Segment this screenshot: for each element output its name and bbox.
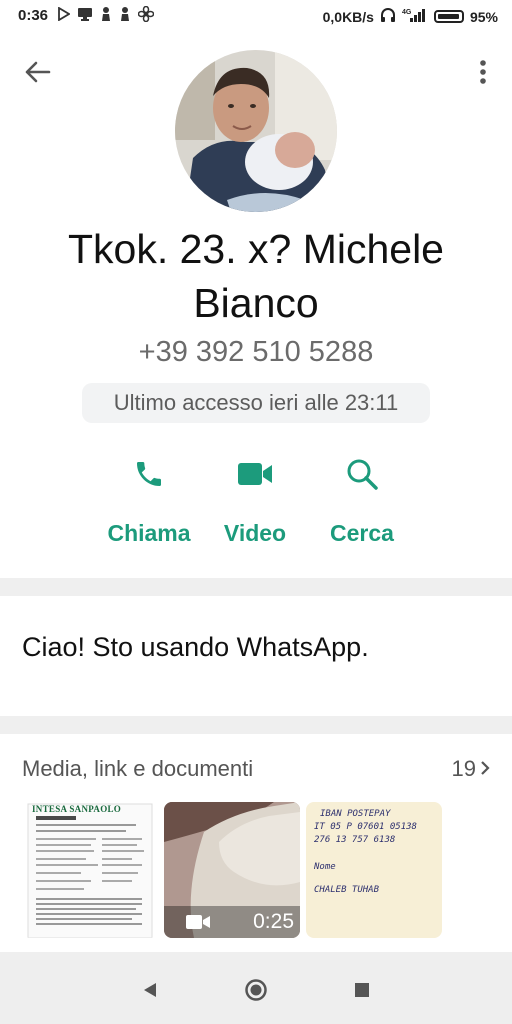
- note-line: IT 05 P 07601 05138: [314, 822, 417, 832]
- headphones-icon: [380, 7, 396, 26]
- phone-icon: [133, 458, 165, 495]
- arrow-left-icon: [25, 61, 51, 88]
- search-button[interactable]: Cerca: [312, 452, 412, 547]
- note-line: IBAN POSTEPAY: [320, 809, 391, 819]
- fan-icon: [137, 5, 155, 27]
- battery-percent: 95%: [469, 8, 498, 25]
- play-store-icon: [58, 6, 71, 26]
- monitor-icon: [77, 6, 93, 27]
- document-brand: INTESA SANPAOLO: [32, 804, 122, 814]
- contact-name: Tkok. 23. x? Michele Bianco: [68, 226, 444, 326]
- nav-recents-button[interactable]: [348, 978, 376, 1006]
- person-icon: [119, 6, 131, 27]
- call-label: Chiama: [107, 520, 191, 546]
- avatar[interactable]: [175, 50, 337, 212]
- status-time: 0:36: [18, 7, 49, 24]
- more-vertical-icon: [479, 59, 487, 90]
- media-count-link[interactable]: 19: [452, 756, 490, 782]
- more-options-button[interactable]: [468, 54, 498, 94]
- net-speed: 0,0KB/s: [322, 8, 374, 25]
- triangle-back-icon: [142, 981, 158, 1004]
- media-section: Media, link e documenti 19 INTESA SANPAO…: [0, 734, 512, 952]
- profile-card: Tkok. 23. x? Michele Bianco +39 392 510 …: [0, 32, 512, 578]
- chevron-right-icon: [480, 756, 490, 782]
- video-icon: [237, 461, 273, 492]
- video-button[interactable]: Video: [205, 452, 305, 547]
- status-right: 0,0KB/s 4G 95%: [323, 7, 498, 26]
- status-left-icons: [58, 5, 155, 27]
- note-line: 276 13 757 6138: [314, 835, 396, 845]
- media-count: 19: [451, 756, 476, 781]
- contact-phone: +39 392 510 5288: [138, 336, 374, 368]
- search-icon: [345, 457, 379, 496]
- note-line: Nome: [314, 862, 336, 872]
- media-thumb-document[interactable]: INTESA SANPAOLO: [22, 802, 158, 938]
- last-seen: Ultimo accesso ieri alle 23:11: [82, 383, 430, 423]
- video-duration: 0:25: [253, 910, 294, 933]
- svg-text:4G: 4G: [402, 9, 412, 16]
- media-thumb-image[interactable]: IBAN POSTEPAY IT 05 P 07601 05138 276 13…: [306, 802, 442, 938]
- media-title: Media, link e documenti: [22, 756, 254, 781]
- nav-home-button[interactable]: [242, 978, 270, 1006]
- nav-back-button[interactable]: [136, 978, 164, 1006]
- status-bar: 0:36 0,0KB/s 4G 95%: [0, 0, 512, 32]
- back-button[interactable]: [18, 54, 58, 94]
- battery-icon: [433, 10, 464, 23]
- person-icon: [100, 6, 112, 27]
- circle-home-icon: [244, 978, 268, 1007]
- search-label: Cerca: [330, 520, 394, 546]
- square-recents-icon: [354, 982, 370, 1003]
- system-nav-bar: [0, 960, 512, 1024]
- note-line: CHALEB TUHAB: [314, 885, 380, 895]
- video-label: Video: [223, 520, 287, 546]
- media-thumb-video[interactable]: 0:25: [164, 802, 300, 938]
- about-section[interactable]: Ciao! Sto usando WhatsApp.: [0, 596, 512, 716]
- signal-4g-icon: 4G: [402, 7, 428, 26]
- about-text: Ciao! Sto usando WhatsApp.: [22, 632, 369, 662]
- call-button[interactable]: Chiama: [99, 452, 199, 547]
- video-camera-icon: [186, 914, 210, 935]
